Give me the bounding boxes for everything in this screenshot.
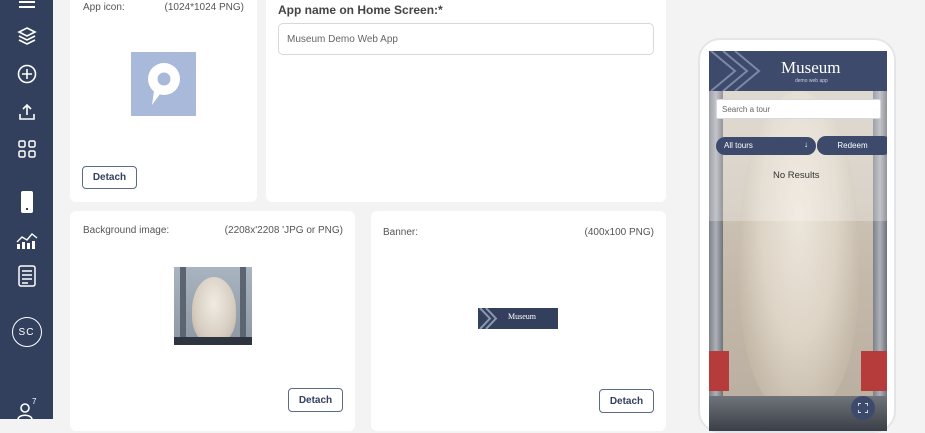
upload-icon[interactable]: [0, 101, 53, 123]
app-name-input[interactable]: Museum Demo Web App: [278, 23, 654, 55]
banner-thumbnail: Museum: [478, 308, 558, 329]
avatar-initials: SC: [11, 317, 42, 347]
app-icon-label: App icon:: [83, 2, 125, 13]
fullscreen-icon: [858, 403, 868, 413]
layers-icon[interactable]: [0, 25, 53, 47]
app-name-card: App name on Home Screen:* Museum Demo We…: [266, 0, 666, 202]
phone-screen: Museum demo web app Search a tour All to…: [709, 51, 887, 431]
analytics-icon[interactable]: [0, 229, 53, 251]
preview-title: Museum: [781, 58, 841, 77]
phone-preview: Museum demo web app Search a tour All to…: [698, 38, 896, 433]
add-circle-icon[interactable]: [0, 63, 53, 85]
users-icon[interactable]: 7: [0, 397, 53, 419]
preview-subtitle: demo web app: [795, 78, 828, 84]
checklist-icon[interactable]: [0, 265, 53, 287]
preview-chevron-logo-icon: [710, 51, 761, 91]
app-icon-size-hint: (1024*1024 PNG): [164, 2, 245, 13]
banner-label: Banner:: [383, 227, 419, 238]
sidebar: SC 7: [0, 0, 53, 419]
banner-thumb-text: Museum: [508, 312, 536, 321]
map-pin-icon: [147, 63, 180, 105]
preview-filter-label: All tours: [724, 141, 753, 150]
banner-chevron-icon: [479, 308, 498, 329]
banner-detach-button[interactable]: Detach: [599, 389, 654, 413]
preview-search-input[interactable]: Search a tour: [716, 99, 881, 119]
app-icon-detach-button[interactable]: Detach: [82, 166, 137, 189]
background-image-thumbnail: [174, 267, 252, 345]
chevron-down-icon: ↓: [804, 140, 808, 149]
banner-card: Banner: (400x100 PNG) Museum Detach: [371, 211, 666, 431]
app-icon-preview: [131, 52, 196, 116]
preview-fullscreen-button[interactable]: [851, 396, 875, 420]
app-icon-card: App icon: (1024*1024 PNG) Detach: [70, 0, 257, 202]
preview-redeem-button[interactable]: Redeem: [817, 136, 887, 155]
apps-grid-icon[interactable]: [0, 138, 53, 160]
users-badge: 7: [32, 397, 37, 406]
background-image-label: Background image:: [83, 225, 170, 236]
app-name-label: App name on Home Screen:*: [278, 3, 443, 17]
preview-filter-select[interactable]: All tours ↓: [716, 137, 816, 155]
menu-icon[interactable]: [0, 0, 53, 14]
background-image-card: Background image: (2208x'2208 'JPG or PN…: [70, 211, 355, 431]
preview-header: Museum demo web app: [709, 51, 887, 91]
mobile-phone-icon[interactable]: [0, 190, 53, 214]
background-image-detach-button[interactable]: Detach: [288, 388, 343, 412]
banner-size-hint: (400x100 PNG): [584, 227, 654, 238]
background-image-size-hint: (2208x'2208 'JPG or PNG): [224, 225, 343, 236]
avatar[interactable]: SC: [0, 316, 53, 348]
preview-no-results: No Results: [773, 170, 820, 181]
